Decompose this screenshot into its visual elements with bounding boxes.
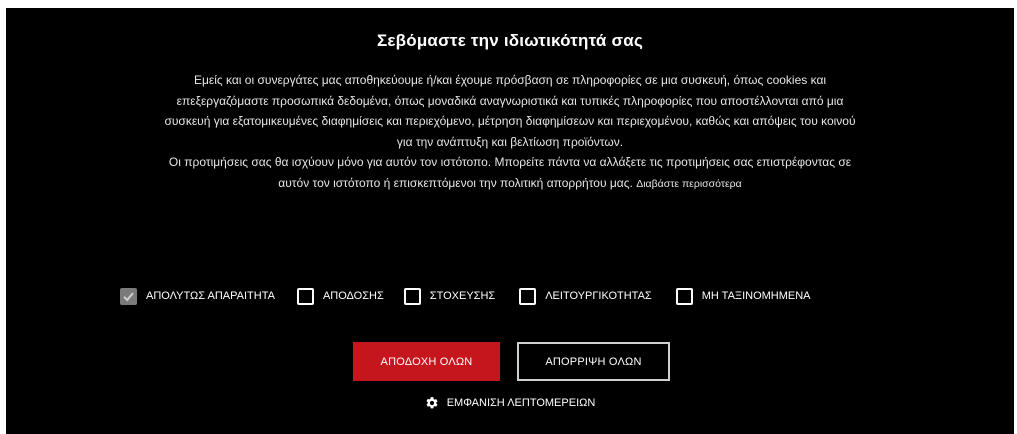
- unclassified-label: ΜΗ ΤΑΞΙΝΟΜΗΜΕΝΑ: [701, 290, 811, 302]
- strictly-necessary-checkbox[interactable]: [120, 287, 137, 305]
- reject-all-button[interactable]: ΑΠΟΡΡΙΨΗ ΟΛΩΝ: [517, 342, 670, 381]
- banner-description: Εμείς και οι συνεργάτες μας αποθηκεύουμε…: [156, 70, 864, 195]
- read-more-link[interactable]: Διαβάστε περισσότερα: [636, 178, 742, 190]
- gear-icon: [425, 396, 439, 410]
- show-details-link[interactable]: ΕΜΦΑΝΙΣΗ ΛΕΠΤΟΜΕΡΕΙΩΝ: [6, 396, 1014, 410]
- performance-label: ΑΠΟΔΟΣΗΣ: [322, 290, 384, 302]
- category-functionality[interactable]: ΛΕΙΤΟΥΡΓΙΚΟΤΗΤΑΣ: [519, 287, 652, 305]
- category-strictly-necessary[interactable]: ΑΠΟΛΥΤΩΣ ΑΠΑΡΑΙΤΗΤΑ: [120, 287, 275, 305]
- targeting-label: ΣΤΟΧΕΥΣΗΣ: [429, 290, 496, 302]
- description-paragraph-2-text: Οι προτιμήσεις σας θα ισχύουν μόνο για α…: [168, 155, 852, 190]
- cookie-consent-banner: Σεβόμαστε την ιδιωτικότητά σας Εμείς και…: [6, 8, 1014, 434]
- consent-categories: ΑΠΟΛΥΤΩΣ ΑΠΑΡΑΙΤΗΤΑ ΑΠΟΔΟΣΗΣ ΣΤΟΧΕΥΣΗΣ Λ…: [120, 285, 811, 307]
- show-details-label: ΕΜΦΑΝΙΣΗ ΛΕΠΤΟΜΕΡΕΙΩΝ: [446, 397, 596, 409]
- banner-title: Σεβόμαστε την ιδιωτικότητά σας: [377, 31, 643, 50]
- unclassified-checkbox[interactable]: [675, 287, 693, 305]
- functionality-checkbox[interactable]: [519, 287, 537, 305]
- targeting-checkbox[interactable]: [403, 287, 421, 305]
- description-paragraph-2: Οι προτιμήσεις σας θα ισχύουν μόνο για α…: [156, 152, 864, 194]
- performance-checkbox[interactable]: [296, 287, 314, 305]
- category-unclassified[interactable]: ΜΗ ΤΑΞΙΝΟΜΗΜΕΝΑ: [675, 287, 811, 305]
- strictly-necessary-label: ΑΠΟΛΥΤΩΣ ΑΠΑΡΑΙΤΗΤΑ: [146, 290, 275, 302]
- checkmark-icon: [123, 291, 134, 301]
- category-targeting[interactable]: ΣΤΟΧΕΥΣΗΣ: [403, 287, 496, 305]
- description-paragraph-1: Εμείς και οι συνεργάτες μας αποθηκεύουμε…: [164, 73, 856, 149]
- accept-all-button[interactable]: ΑΠΟΔΟΧΗ ΟΛΩΝ: [353, 342, 500, 381]
- category-performance[interactable]: ΑΠΟΔΟΣΗΣ: [296, 287, 384, 305]
- functionality-label: ΛΕΙΤΟΥΡΓΙΚΟΤΗΤΑΣ: [545, 290, 652, 302]
